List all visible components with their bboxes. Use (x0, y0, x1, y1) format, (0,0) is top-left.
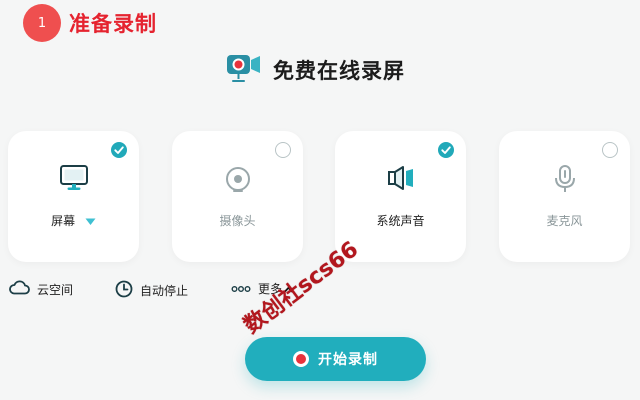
checkbox-checked[interactable] (111, 142, 127, 158)
chevron-up-icon (284, 282, 293, 296)
step-title: 准备录制 (69, 12, 157, 36)
source-label-screen: 屏幕 (51, 214, 76, 228)
source-card-microphone[interactable]: 麦克风 (499, 131, 630, 262)
source-card-webcam[interactable]: 摄像头 (172, 131, 303, 262)
source-card-screen[interactable]: 屏幕 (8, 131, 139, 262)
dots-icon (231, 282, 251, 296)
record-icon (293, 351, 309, 367)
speaker-icon (386, 164, 416, 196)
step-number-badge: 1 (23, 4, 61, 42)
source-card-system-audio[interactable]: 系统声音 (335, 131, 466, 262)
checkbox-unchecked[interactable] (602, 142, 618, 158)
monitor-icon (59, 164, 89, 196)
more-label: 更多 (258, 282, 283, 296)
cloud-space-label: 云空间 (37, 282, 74, 297)
auto-stop-label: 自动停止 (140, 284, 189, 298)
more-option[interactable]: 更多 (231, 280, 293, 297)
clock-icon (115, 280, 133, 301)
cloud-space-option[interactable]: 云空间 (9, 280, 73, 298)
source-label-system-audio: 系统声音 (376, 214, 425, 228)
step-header: 1 准备录制 (23, 4, 157, 42)
start-recording-label: 开始录制 (318, 352, 378, 368)
checkmark-icon (114, 146, 124, 154)
checkbox-checked[interactable] (438, 142, 454, 158)
source-label-webcam: 摄像头 (219, 214, 256, 228)
microphone-icon (550, 164, 580, 198)
app-title-text: 免费在线录屏 (273, 59, 405, 83)
source-label-microphone: 麦克风 (546, 214, 583, 228)
checkbox-unchecked[interactable] (275, 142, 291, 158)
start-recording-button[interactable]: 开始录制 (245, 337, 426, 381)
checkmark-icon (441, 146, 451, 154)
webcam-icon (223, 164, 253, 198)
app-title: 免费在线录屏 (225, 52, 405, 88)
caret-down-icon[interactable] (85, 215, 96, 229)
cloud-icon (9, 280, 30, 298)
video-camera-icon (225, 52, 263, 88)
auto-stop-option[interactable]: 自动停止 (115, 280, 188, 301)
